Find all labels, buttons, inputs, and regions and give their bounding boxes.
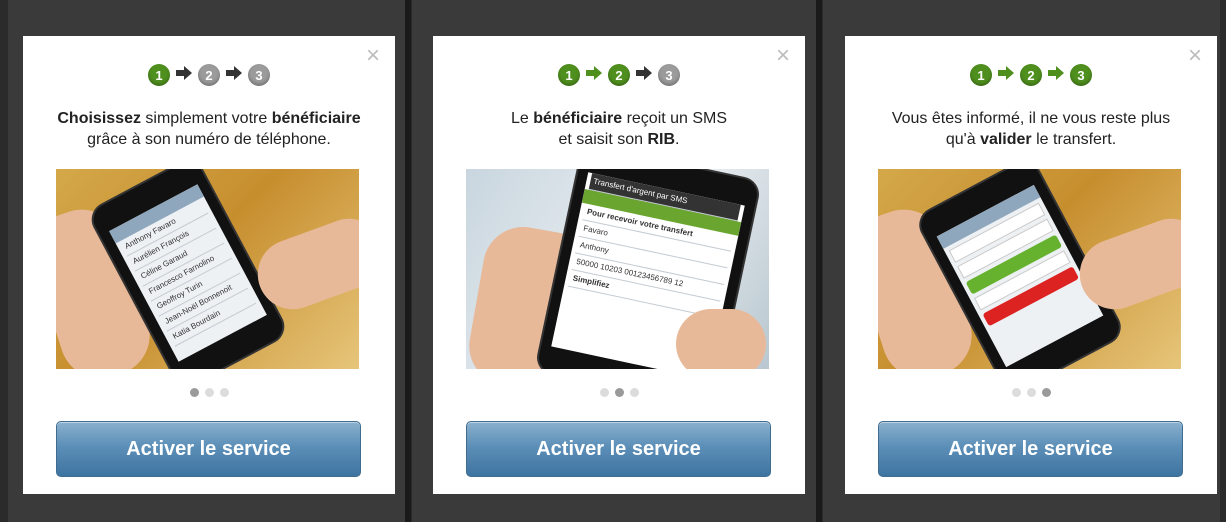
page-dot[interactable] — [1041, 388, 1051, 397]
onboarding-card: × 1 2 3 Le bénéficiaire reçoit un SMS et sais… — [433, 36, 805, 494]
step-indicator: 1 2 3 — [23, 64, 395, 86]
panel-divider — [816, 0, 822, 522]
step-indicator: 1 2 3 — [845, 64, 1217, 86]
stage: × 1 2 3 Choisissez simplement votre bénéfici… — [0, 0, 1226, 522]
onboarding-card: × 1 2 3 Vous êtes informé, il ne vous reste … — [845, 36, 1217, 494]
page-dot[interactable] — [1026, 388, 1036, 397]
step-indicator: 1 2 3 — [433, 64, 805, 86]
step-2-badge: 2 — [198, 64, 220, 86]
step-3-badge: 3 — [248, 64, 270, 86]
illustration-photo — [878, 169, 1181, 369]
page-dot[interactable] — [629, 388, 639, 397]
close-icon[interactable]: × — [773, 44, 793, 68]
page-dot[interactable] — [219, 388, 229, 397]
step-description: Vous êtes informé, il ne vous reste plus… — [891, 110, 1171, 148]
arrow-right-icon — [998, 65, 1014, 85]
arrow-right-icon — [226, 65, 242, 85]
page-dot[interactable] — [1011, 388, 1021, 397]
arrow-right-icon — [1048, 65, 1064, 85]
step-1-badge: 1 — [148, 64, 170, 86]
hand — [676, 309, 766, 369]
step-description: Choisissez simplement votre bénéficiaire… — [57, 110, 361, 148]
step-2-badge: 2 — [608, 64, 630, 86]
page-dot[interactable] — [614, 388, 624, 397]
close-icon[interactable]: × — [363, 44, 383, 68]
step-description: Le bénéficiaire reçoit un SMS et saisit s… — [510, 110, 728, 148]
illustration-photo: Anthony Favaro Aurélien François Céline Ga… — [56, 169, 359, 369]
onboarding-card: × 1 2 3 Choisissez simplement votre bénéfici… — [23, 36, 395, 494]
step-3-badge: 3 — [1070, 64, 1092, 86]
arrow-right-icon — [176, 65, 192, 85]
page-indicator — [23, 388, 395, 397]
page-dot[interactable] — [204, 388, 214, 397]
close-icon[interactable]: × — [1185, 44, 1205, 68]
activate-service-button[interactable]: Activer le service — [878, 421, 1183, 477]
step-2-badge: 2 — [1020, 64, 1042, 86]
page-dot[interactable] — [599, 388, 609, 397]
step-1-badge: 1 — [558, 64, 580, 86]
activate-service-button[interactable]: Activer le service — [466, 421, 771, 477]
arrow-right-icon — [586, 65, 602, 85]
page-indicator — [433, 388, 805, 397]
step-1-badge: 1 — [970, 64, 992, 86]
illustration-photo: Transfert d'argent par SMS Pour recevoir … — [466, 169, 769, 369]
step-3-badge: 3 — [658, 64, 680, 86]
panel-divider — [405, 0, 411, 522]
arrow-right-icon — [636, 65, 652, 85]
page-indicator — [845, 388, 1217, 397]
page-dot[interactable] — [189, 388, 199, 397]
activate-service-button[interactable]: Activer le service — [56, 421, 361, 477]
